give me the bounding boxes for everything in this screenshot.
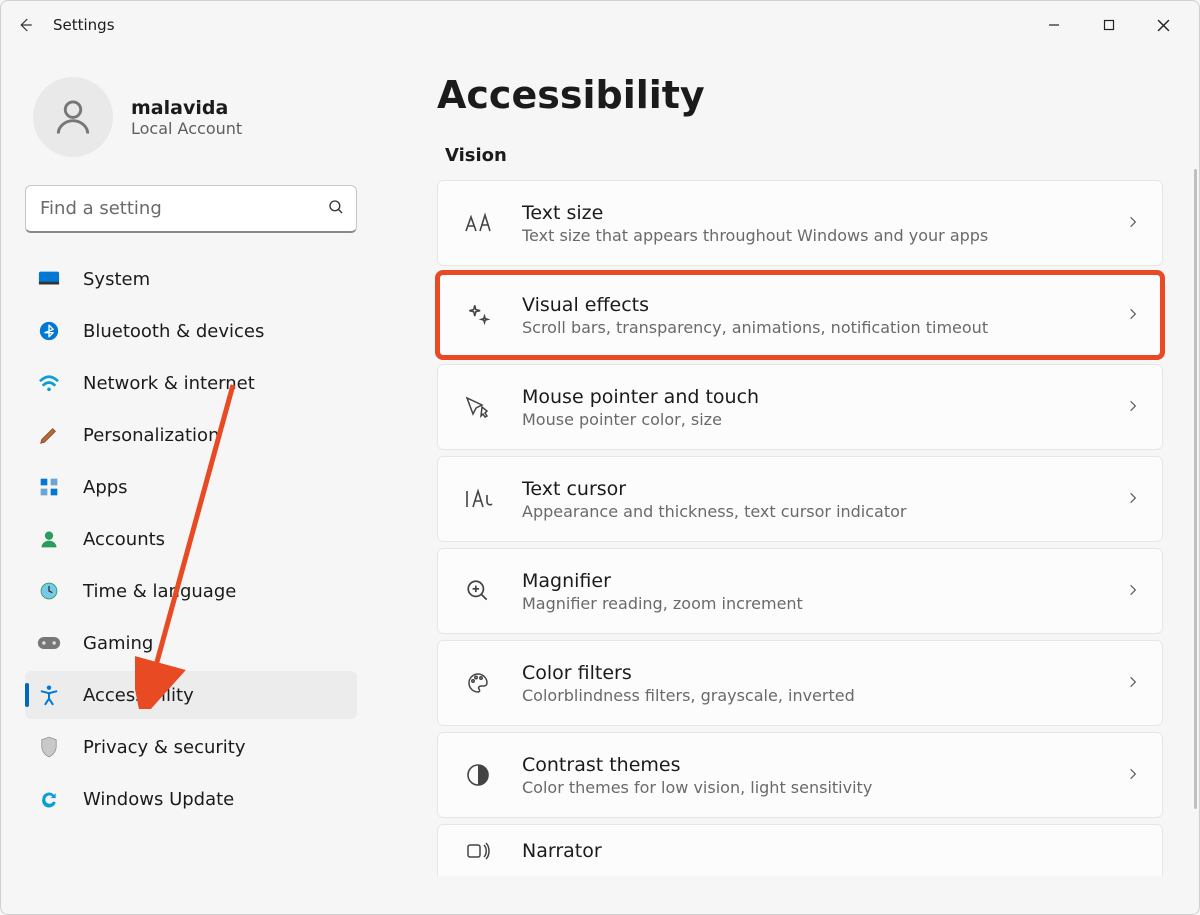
search-icon (327, 198, 345, 220)
search-box (25, 185, 357, 233)
back-button[interactable] (1, 1, 49, 49)
chevron-right-icon (1126, 490, 1140, 509)
search-input[interactable] (25, 185, 357, 233)
card-narrator[interactable]: Narrator (437, 824, 1163, 876)
card-title: Magnifier (522, 570, 1126, 592)
chevron-right-icon (1126, 214, 1140, 233)
close-button[interactable] (1136, 5, 1191, 45)
sidebar-item-personalization[interactable]: Personalization (25, 411, 357, 459)
paintbrush-icon (37, 423, 61, 447)
sidebar-item-accounts[interactable]: Accounts (25, 515, 357, 563)
chevron-right-icon (1126, 306, 1140, 325)
nav-label: Windows Update (83, 789, 234, 810)
time-icon (37, 579, 61, 603)
chevron-right-icon (1126, 398, 1140, 417)
card-sub: Appearance and thickness, text cursor in… (522, 502, 1126, 521)
card-sub: Magnifier reading, zoom increment (522, 594, 1126, 613)
accessibility-icon (37, 683, 61, 707)
card-sub: Mouse pointer color, size (522, 410, 1126, 429)
mouse-pointer-icon (460, 395, 496, 419)
card-title: Color filters (522, 662, 1126, 684)
nav-label: Personalization (83, 425, 219, 446)
account-type: Local Account (131, 119, 242, 138)
sidebar-item-privacy[interactable]: Privacy & security (25, 723, 357, 771)
maximize-icon (1103, 19, 1115, 31)
nav-list: System Bluetooth & devices Network & int… (25, 255, 357, 823)
card-mouse-pointer[interactable]: Mouse pointer and touch Mouse pointer co… (437, 364, 1163, 450)
section-label: Vision (437, 145, 1163, 166)
minimize-button[interactable] (1026, 5, 1081, 45)
sidebar-item-apps[interactable]: Apps (25, 463, 357, 511)
card-text-cursor[interactable]: Text cursor Appearance and thickness, te… (437, 456, 1163, 542)
nav-label: Accessibility (83, 685, 194, 706)
card-title: Contrast themes (522, 754, 1126, 776)
nav-label: Privacy & security (83, 737, 246, 758)
card-title: Visual effects (522, 294, 1126, 316)
person-icon (51, 95, 95, 139)
sidebar-item-gaming[interactable]: Gaming (25, 619, 357, 667)
bluetooth-icon (37, 319, 61, 343)
sidebar-item-time[interactable]: Time & language (25, 567, 357, 615)
avatar (33, 77, 113, 157)
apps-icon (37, 475, 61, 499)
chevron-right-icon (1126, 674, 1140, 693)
nav-label: Gaming (83, 633, 153, 654)
nav-label: System (83, 269, 150, 290)
sidebar-item-bluetooth[interactable]: Bluetooth & devices (25, 307, 357, 355)
minimize-icon (1048, 19, 1060, 31)
sidebar-item-accessibility[interactable]: Accessibility (25, 671, 357, 719)
card-color-filters[interactable]: Color filters Colorblindness filters, gr… (437, 640, 1163, 726)
window-controls (1026, 5, 1191, 45)
card-title: Narrator (522, 840, 1140, 862)
sidebar-item-update[interactable]: Windows Update (25, 775, 357, 823)
card-sub: Text size that appears throughout Window… (522, 226, 1126, 245)
card-sub: Color themes for low vision, light sensi… (522, 778, 1126, 797)
card-sub: Colorblindness filters, grayscale, inver… (522, 686, 1126, 705)
chevron-right-icon (1126, 766, 1140, 785)
settings-card-list: Text size Text size that appears through… (437, 180, 1163, 876)
sidebar: malavida Local Account System Bluetooth … (1, 49, 381, 914)
nav-label: Apps (83, 477, 128, 498)
text-size-icon (460, 211, 496, 235)
card-title: Mouse pointer and touch (522, 386, 1126, 408)
card-title: Text cursor (522, 478, 1126, 500)
narrator-icon (460, 841, 496, 861)
account-name: malavida (131, 97, 242, 119)
close-icon (1157, 19, 1170, 32)
accounts-icon (37, 527, 61, 551)
card-title: Text size (522, 202, 1126, 224)
title-bar: Settings (1, 1, 1199, 49)
chevron-right-icon (1126, 582, 1140, 601)
card-text-size[interactable]: Text size Text size that appears through… (437, 180, 1163, 266)
shield-icon (37, 735, 61, 759)
nav-label: Network & internet (83, 373, 255, 394)
page-title: Accessibility (437, 73, 1163, 117)
network-icon (37, 371, 61, 395)
update-icon (37, 787, 61, 811)
account-block[interactable]: malavida Local Account (25, 77, 357, 157)
sidebar-item-system[interactable]: System (25, 255, 357, 303)
nav-label: Time & language (83, 581, 236, 602)
magnifier-icon (460, 578, 496, 604)
card-sub: Scroll bars, transparency, animations, n… (522, 318, 1126, 337)
card-visual-effects[interactable]: Visual effects Scroll bars, transparency… (437, 272, 1163, 358)
text-cursor-icon (460, 488, 496, 510)
window-title: Settings (49, 16, 115, 34)
card-contrast-themes[interactable]: Contrast themes Color themes for low vis… (437, 732, 1163, 818)
sparkle-icon (460, 302, 496, 328)
sidebar-item-network[interactable]: Network & internet (25, 359, 357, 407)
main-content: Accessibility Vision Text size Text size… (381, 49, 1199, 914)
contrast-icon (460, 763, 496, 787)
nav-label: Accounts (83, 529, 165, 550)
nav-label: Bluetooth & devices (83, 321, 264, 342)
maximize-button[interactable] (1081, 5, 1136, 45)
card-magnifier[interactable]: Magnifier Magnifier reading, zoom increm… (437, 548, 1163, 634)
back-arrow-icon (16, 16, 34, 34)
system-icon (37, 267, 61, 291)
palette-icon (460, 671, 496, 695)
scrollbar[interactable] (1194, 169, 1197, 809)
gaming-icon (37, 631, 61, 655)
